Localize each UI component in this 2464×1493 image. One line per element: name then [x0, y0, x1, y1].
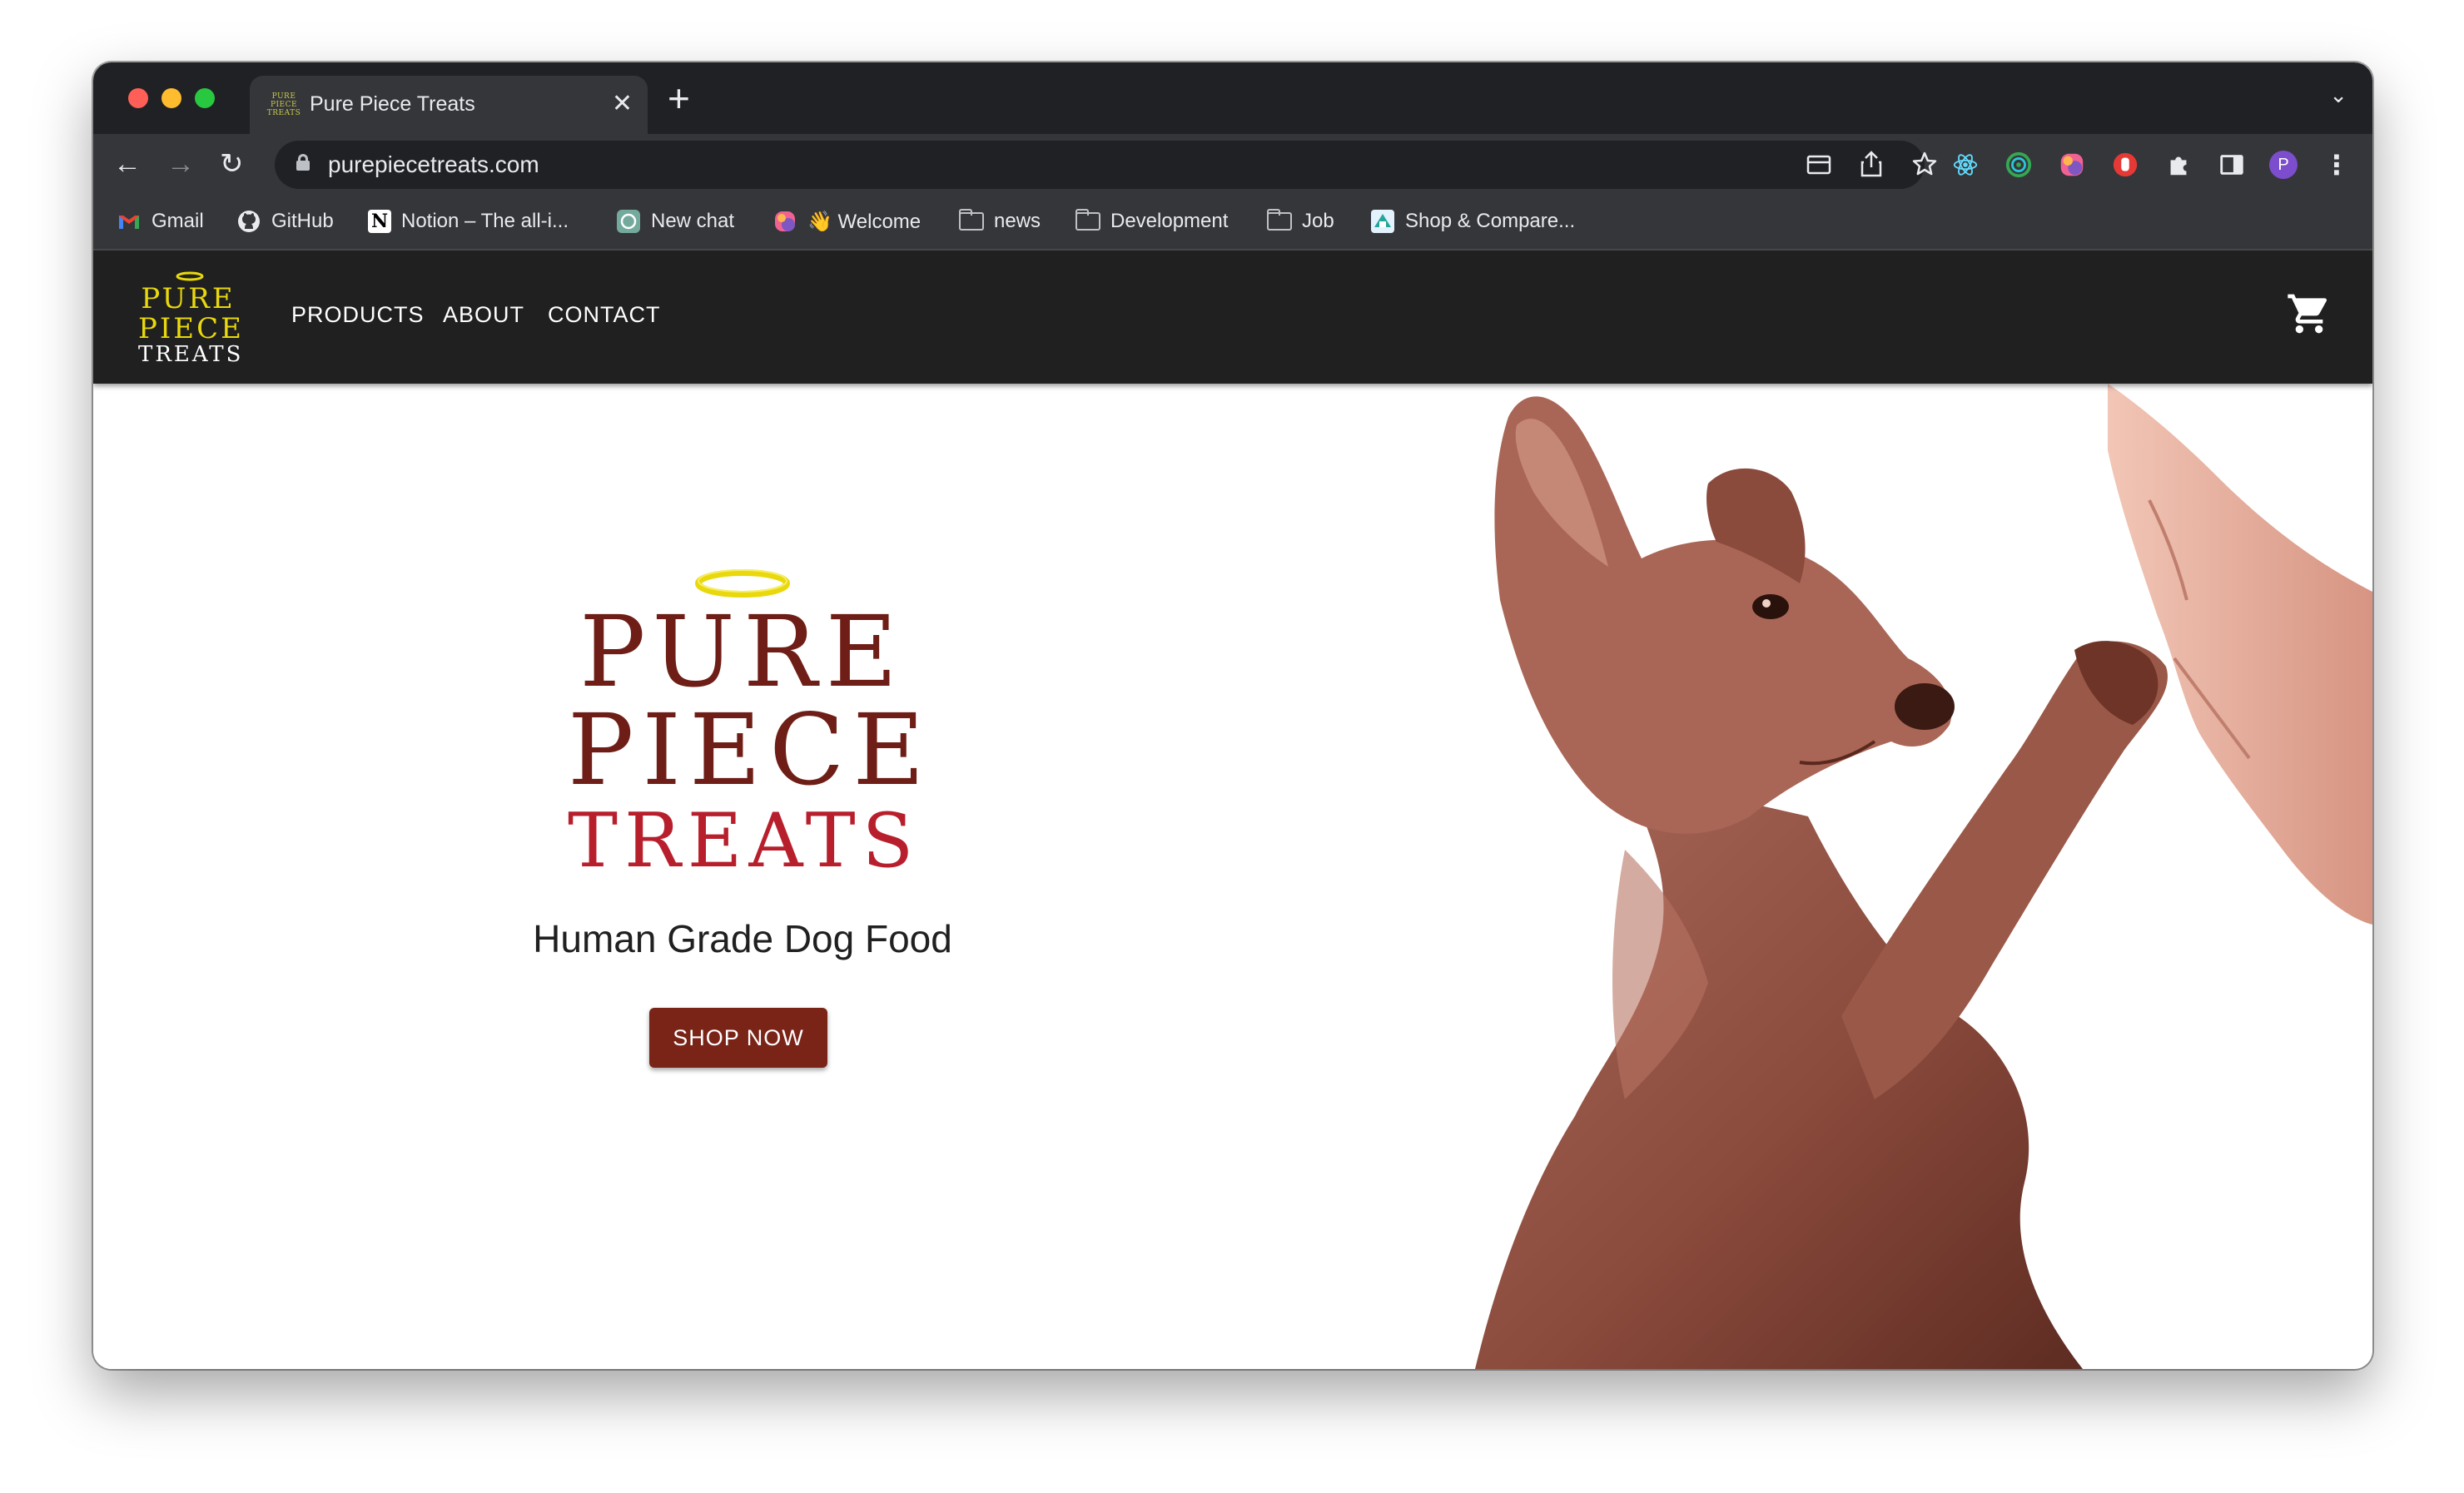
bookmark-gmail[interactable]: Gmail: [117, 207, 204, 236]
chatgpt-icon: [617, 210, 640, 233]
bookmark-notion[interactable]: N Notion – The all-i...: [368, 207, 569, 236]
back-button[interactable]: ←: [113, 146, 142, 182]
tab-strip: PURE PIECE TREATS Pure Piece Treats ✕ + …: [93, 62, 2372, 134]
url-text[interactable]: purepiecetreats.com: [328, 151, 539, 178]
nav-contact[interactable]: CONTACT: [548, 302, 661, 328]
shopping-cart-icon[interactable]: [2286, 290, 2332, 337]
bookmark-label: Job: [1302, 210, 1334, 232]
bookmark-label: Development: [1110, 210, 1229, 232]
bookmark-label: Notion – The all-i...: [401, 210, 569, 232]
maximize-window-button[interactable]: [195, 88, 215, 108]
close-window-button[interactable]: [128, 88, 148, 108]
new-tab-button[interactable]: +: [668, 77, 690, 119]
folder-icon: [1267, 209, 1292, 231]
share-icon[interactable]: [1860, 151, 1883, 177]
lock-icon[interactable]: [296, 154, 310, 171]
site-logo[interactable]: PURE PIECE TREATS: [138, 270, 241, 369]
bookmark-label: news: [994, 210, 1041, 232]
bookmark-new-chat[interactable]: New chat: [616, 207, 734, 236]
bookmark-label: Shop & Compare...: [1405, 210, 1576, 232]
shop-compare-icon: [1371, 210, 1394, 233]
hero-tagline: Human Grade Dog Food: [533, 917, 952, 960]
folder-icon: [1076, 209, 1100, 231]
tab-title: Pure Piece Treats: [310, 92, 475, 116]
bookmark-github[interactable]: GitHub: [236, 207, 334, 236]
hero-section: PURE PIECE TREATS Human Grade Dog Food S…: [93, 384, 2372, 1369]
bookmark-label: New chat: [651, 210, 735, 232]
bookmark-label: GitHub: [271, 210, 334, 232]
nav-products[interactable]: PRODUCTS: [291, 302, 425, 328]
github-icon: [238, 211, 260, 232]
side-panel-icon[interactable]: [2218, 151, 2246, 179]
bookmarks-bar: Gmail GitHub N Notion – The all-i... New…: [93, 196, 2372, 250]
gmail-icon: [119, 216, 139, 229]
bookmark-shop-compare[interactable]: Shop & Compare...: [1370, 207, 1575, 236]
puzzle-extensions-icon[interactable]: [2164, 151, 2193, 179]
browser-toolbar: ← → ↻ purepiecetreats.com P ⋮: [93, 134, 2372, 196]
tab-pure-piece-treats[interactable]: PURE PIECE TREATS Pure Piece Treats ✕: [250, 76, 648, 134]
bookmark-folder-news[interactable]: news: [959, 207, 1041, 236]
shop-now-button[interactable]: SHOP NOW: [649, 1008, 827, 1068]
reload-button[interactable]: ↻: [220, 146, 244, 182]
card-icon[interactable]: [1806, 154, 1831, 176]
react-devtools-icon[interactable]: [1951, 151, 1980, 179]
site-header: PURE PIECE TREATS PRODUCTS ABOUT CONTACT: [93, 250, 2372, 384]
tab-search-icon[interactable]: ⌄: [2329, 82, 2347, 108]
bookmark-label: Gmail: [152, 210, 204, 232]
hero-logo: PURE PIECE TREATS: [568, 567, 925, 883]
halo-icon: [176, 271, 204, 281]
bookmark-label: 👋 Welcome: [807, 210, 922, 233]
forward-button[interactable]: →: [166, 146, 195, 182]
colorful-app-icon: [775, 211, 795, 231]
notion-icon: N: [368, 210, 391, 233]
chrome-menu-icon[interactable]: ⋮: [2322, 151, 2351, 179]
bookmark-folder-job[interactable]: Job: [1267, 207, 1334, 236]
red-hand-extension-icon[interactable]: [2111, 151, 2139, 179]
colorful-extension-icon[interactable]: [2058, 151, 2086, 179]
profile-avatar[interactable]: P: [2269, 151, 2298, 179]
minimize-window-button[interactable]: [161, 88, 181, 108]
dog-high-five-image: [1475, 384, 2372, 1369]
browser-window: PURE PIECE TREATS Pure Piece Treats ✕ + …: [93, 62, 2372, 1369]
nav-about[interactable]: ABOUT: [443, 302, 524, 328]
site-favicon-icon: PURE PIECE TREATS: [266, 92, 301, 117]
target-extension-icon[interactable]: [2004, 151, 2033, 179]
star-icon[interactable]: [1911, 151, 1938, 177]
tab-close-icon[interactable]: ✕: [612, 87, 633, 121]
bookmark-folder-development[interactable]: Development: [1076, 207, 1228, 236]
bookmark-welcome[interactable]: 👋 Welcome: [772, 207, 921, 236]
address-bar[interactable]: purepiecetreats.com: [275, 141, 1937, 189]
folder-icon: [959, 209, 984, 231]
